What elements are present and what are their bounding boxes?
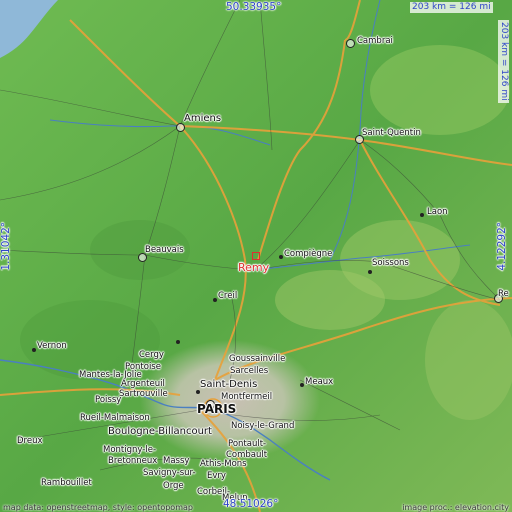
location-marker[interactable] [252, 252, 260, 260]
coord-top: 50.33935° [226, 1, 282, 13]
label-cergy: Cergy [139, 350, 164, 360]
label-remy: Remy [238, 261, 270, 274]
attribution-right: image proc.: elevation.city [402, 503, 509, 512]
label-meaux: Meaux [305, 377, 334, 387]
label-evry: Evry [207, 471, 226, 481]
label-dreux: Dreux [17, 436, 43, 446]
soissons-dot [368, 270, 372, 274]
label-poissy: Poissy [95, 395, 122, 405]
label-montigny: Montigny-le- [103, 445, 157, 455]
cergy-dot [176, 340, 180, 344]
label-laon: Laon [427, 207, 448, 217]
label-saint-denis: Saint-Denis [200, 379, 258, 390]
coord-left: 1.31042° [0, 222, 12, 271]
coord-right: 4.12292° [496, 222, 508, 271]
amiens-city-icon [176, 123, 185, 132]
label-sarcelles: Sarcelles [230, 366, 269, 376]
map-canvas[interactable]: Cambrai Amiens Saint-Quentin Laon Beauva… [0, 0, 512, 512]
coord-bottom: 48.51026° [223, 498, 279, 510]
label-goussainville: Goussainville [229, 354, 286, 364]
laon-dot [420, 213, 424, 217]
label-vernon: Vernon [37, 341, 67, 351]
creil-dot [213, 298, 217, 302]
label-amiens: Amiens [184, 113, 222, 124]
label-sartrouville: Sartrouville [119, 389, 168, 399]
attribution-left: map data: openstreetmap, style: opentopo… [3, 503, 193, 512]
label-athis: Athis-Mons [200, 459, 247, 469]
meaux-dot [300, 383, 304, 387]
cambrai-city-icon [346, 39, 355, 48]
label-argenteuil: Argenteuil [121, 379, 165, 389]
label-noisy: Noisy-le-Grand [231, 421, 295, 431]
label-compiegne: Compiègne [284, 249, 333, 259]
label-saint-quentin: Saint-Quentin [362, 128, 421, 138]
scale-vertical: 203 km = 126 mi [498, 20, 509, 103]
label-beauvais: Beauvais [145, 245, 184, 255]
label-rambouillet: Rambouillet [41, 478, 92, 488]
label-orge: Orge [163, 481, 184, 491]
label-montfermeil: Montfermeil [221, 392, 273, 402]
vernon-dot [32, 348, 36, 352]
label-boulogne: Boulogne-Billancourt [108, 426, 212, 437]
label-rueil: Rueil-Malmaison [80, 413, 150, 423]
label-massy: Massy [163, 456, 190, 466]
label-reims: Re [498, 289, 509, 299]
label-paris: PARIS [197, 402, 237, 416]
label-cambrai: Cambrai [357, 36, 393, 46]
label-soissons: Soissons [372, 258, 409, 268]
compiegne-dot [279, 255, 283, 259]
saint-denis-dot [196, 390, 200, 394]
label-pontault: Pontault- [228, 439, 267, 449]
scale-horizontal: 203 km = 126 mi [410, 2, 493, 13]
label-bretonneux: Bretonneux [108, 456, 158, 466]
label-creil: Creil [218, 291, 238, 301]
label-savigny: Savigny-sur- [143, 468, 196, 478]
